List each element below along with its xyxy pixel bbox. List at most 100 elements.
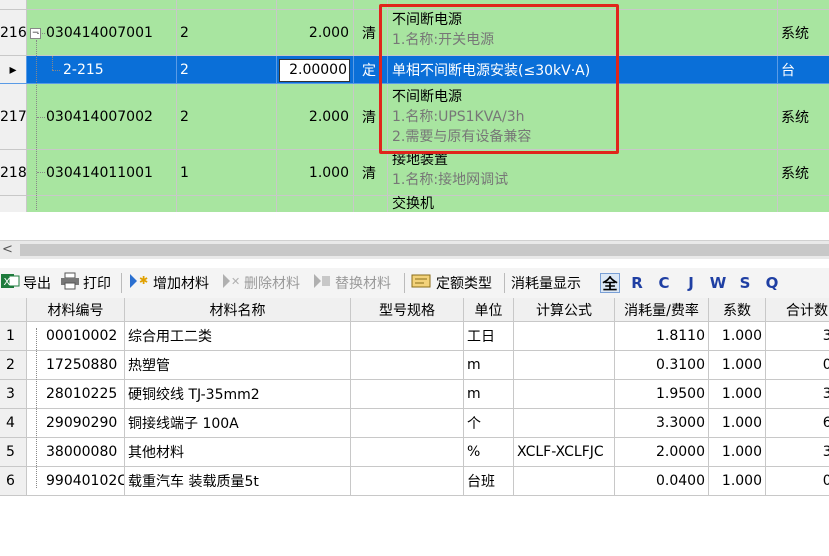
material-unit[interactable]: 个 [464, 409, 514, 438]
filter-w-button[interactable]: W [708, 273, 728, 293]
item-name-cell[interactable]: 不间断电源 1.名称:开关电源 [388, 10, 778, 56]
table-row[interactable]: 2 17250880 热塑管 m 0.3100 1.000 0.6 [0, 351, 829, 380]
table-row[interactable]: 3 28010225 硬铜绞线 TJ-35mm2 m 1.9500 1.000 … [0, 380, 829, 409]
material-rate[interactable]: 0.0400 [615, 467, 709, 496]
material-formula[interactable] [514, 409, 615, 438]
item-type: 定 [354, 56, 388, 84]
material-spec[interactable] [351, 409, 464, 438]
material-formula[interactable]: XCLF-XCLFJC [514, 438, 615, 467]
material-code[interactable]: 38000080 [27, 438, 125, 467]
col-header-total[interactable]: 合计数 [766, 298, 829, 322]
col-header-name[interactable]: 材料名称 [125, 298, 351, 322]
material-code[interactable]: 29090290 [27, 409, 125, 438]
material-formula[interactable] [514, 467, 615, 496]
material-formula[interactable] [514, 322, 615, 351]
material-rate[interactable]: 0.3100 [615, 351, 709, 380]
col-header-formula[interactable]: 计算公式 [514, 298, 615, 322]
filter-r-button[interactable]: R [627, 273, 647, 293]
table-row[interactable]: 218 030414011001 1 1.000 清 接地装置 1.名称:接地网… [0, 150, 829, 196]
replace-material-button[interactable]: 替换材料 [312, 272, 391, 294]
item-quantity[interactable]: 2 [177, 10, 277, 56]
material-unit[interactable]: % [464, 438, 514, 467]
material-name[interactable]: 热塑管 [125, 351, 351, 380]
delete-material-button[interactable]: ✕ 删除材料 [221, 272, 300, 294]
material-name[interactable]: 载重汽车 装载质量5t [125, 467, 351, 496]
material-name[interactable]: 铜接线端子 100A [125, 409, 351, 438]
material-formula[interactable] [514, 351, 615, 380]
item-code[interactable]: 030414007002 [27, 84, 177, 150]
item-name-cell[interactable]: 不间断电源 1.名称:UPS1KVA/3h 2.需要与原有设备兼容 [388, 84, 778, 150]
material-spec[interactable] [351, 438, 464, 467]
item-quantity[interactable]: 2 [177, 84, 277, 150]
col-header-spec[interactable]: 型号规格 [351, 298, 464, 322]
table-row[interactable]: 5 38000080 其他材料 % XCLF-XCLFJC 2.0000 1.0… [0, 438, 829, 467]
amount-edit-field[interactable]: 2.00000 [279, 59, 350, 82]
filter-j-button[interactable]: J [681, 273, 701, 293]
filter-c-button[interactable]: C [654, 273, 674, 293]
filter-q-button[interactable]: Q [762, 273, 782, 293]
table-row[interactable]: 1 00010002 综合用工二类 工日 1.8110 1.000 3.6 [0, 322, 829, 351]
material-spec[interactable] [351, 351, 464, 380]
quota-type-button[interactable]: 定额类型 [411, 272, 492, 294]
material-spec[interactable] [351, 380, 464, 409]
material-unit[interactable]: 工日 [464, 322, 514, 351]
material-coef[interactable]: 1.000 [709, 467, 766, 496]
material-name[interactable]: 其他材料 [125, 438, 351, 467]
item-code[interactable]: 2-215 [27, 56, 177, 84]
material-code[interactable]: 00010002 [27, 322, 125, 351]
export-button[interactable]: X 导出 [0, 272, 51, 294]
material-unit[interactable]: m [464, 351, 514, 380]
filter-s-button[interactable]: S [735, 273, 755, 293]
material-code[interactable]: 99040102C [27, 467, 125, 496]
table-row[interactable]: 217 030414007002 2 2.000 清 不间断电源 1.名称:UP… [0, 84, 829, 150]
material-coef[interactable]: 1.000 [709, 438, 766, 467]
current-row-arrow-icon: ▸ [0, 56, 27, 84]
material-coef[interactable]: 1.000 [709, 351, 766, 380]
col-header-code[interactable]: 材料编号 [27, 298, 125, 322]
scroll-left-icon[interactable]: < [2, 241, 13, 259]
table-row[interactable]: 交换机 [0, 196, 829, 212]
printer-icon [60, 272, 80, 294]
item-amount[interactable]: 2.000 [277, 84, 354, 150]
material-formula[interactable] [514, 380, 615, 409]
col-header-rate[interactable]: 消耗量/费率 [615, 298, 709, 322]
table-row-selected[interactable]: ▸ 2-215 2 定 单相不间断电源安装(≤30kV·A) 台 [0, 56, 829, 84]
item-code[interactable]: 030414011001 [27, 150, 177, 196]
table-row[interactable]: 6 99040102C 载重汽车 装载质量5t 台班 0.0400 1.000 … [0, 467, 829, 496]
table-row[interactable]: 4 29090290 铜接线端子 100A 个 3.3000 1.000 6.6 [0, 409, 829, 438]
material-unit[interactable]: 台班 [464, 467, 514, 496]
filter-all-button[interactable]: 全 [600, 273, 620, 293]
item-name-cell[interactable]: 交换机 [388, 196, 778, 212]
material-code[interactable]: 28010225 [27, 380, 125, 409]
material-code[interactable]: 17250880 [27, 351, 125, 380]
horizontal-scrollbar[interactable]: < [0, 240, 829, 259]
item-name[interactable]: 单相不间断电源安装(≤30kV·A) [388, 56, 778, 84]
print-button[interactable]: 打印 [60, 272, 111, 294]
material-spec[interactable] [351, 322, 464, 351]
row-number: 217 [0, 84, 27, 150]
item-name-cell[interactable]: 接地装置 1.名称:接地网调试 [388, 150, 778, 196]
item-code[interactable]: 030414007001 [27, 10, 177, 56]
material-spec[interactable] [351, 467, 464, 496]
material-name[interactable]: 综合用工二类 [125, 322, 351, 351]
table-row[interactable] [0, 0, 829, 10]
material-coef[interactable]: 1.000 [709, 409, 766, 438]
material-rate[interactable]: 1.9500 [615, 380, 709, 409]
add-material-button[interactable]: ✱ 增加材料 [128, 272, 209, 294]
table-row[interactable]: 216 030414007001 2 2.000 清 不间断电源 1.名称:开关… [0, 10, 829, 56]
scrollbar-thumb[interactable] [20, 244, 829, 256]
material-coef[interactable]: 1.000 [709, 322, 766, 351]
material-unit[interactable]: m [464, 380, 514, 409]
col-header-coef[interactable]: 系数 [709, 298, 766, 322]
material-name[interactable]: 硬铜绞线 TJ-35mm2 [125, 380, 351, 409]
item-quantity[interactable]: 1 [177, 150, 277, 196]
col-header-unit[interactable]: 单位 [464, 298, 514, 322]
row-number: 2 [0, 351, 27, 380]
material-rate[interactable]: 3.3000 [615, 409, 709, 438]
item-amount[interactable]: 2.000 [277, 10, 354, 56]
item-amount[interactable]: 1.000 [277, 150, 354, 196]
material-rate[interactable]: 1.8110 [615, 322, 709, 351]
item-quantity[interactable]: 2 [177, 56, 277, 84]
material-coef[interactable]: 1.000 [709, 380, 766, 409]
material-rate[interactable]: 2.0000 [615, 438, 709, 467]
